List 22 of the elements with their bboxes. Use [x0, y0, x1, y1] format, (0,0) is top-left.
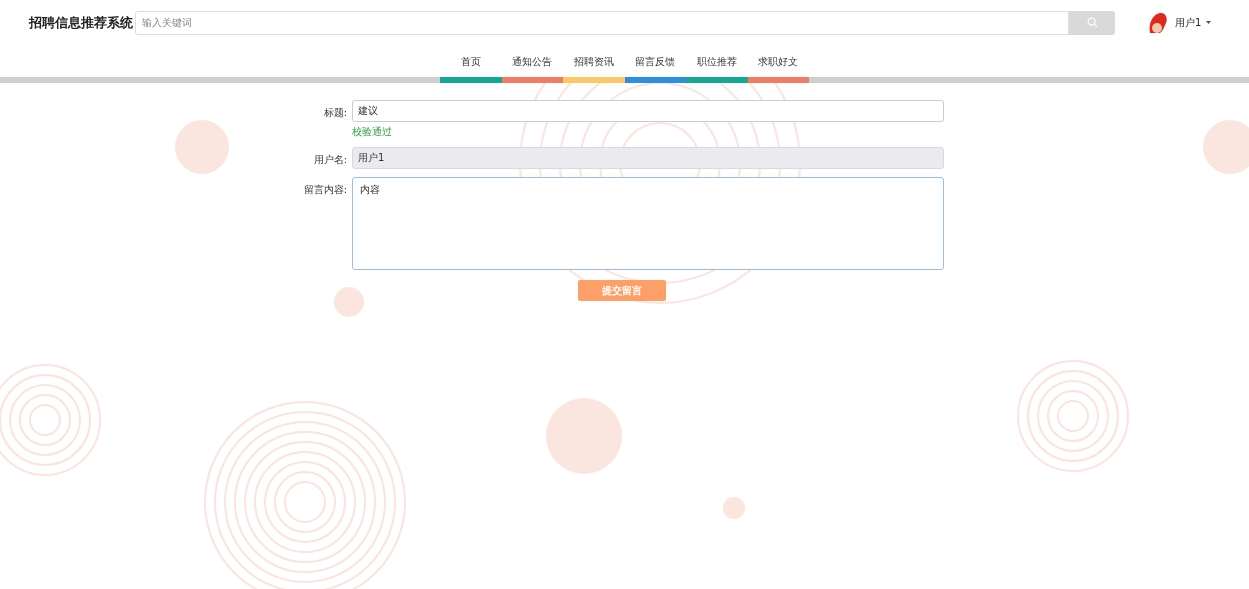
- caret-icon: [1206, 21, 1212, 24]
- search-field[interactable]: 输入关键词: [135, 10, 1069, 35]
- avatar-icon: [1147, 10, 1169, 35]
- field-label: 标题:: [323, 106, 347, 120]
- decorative-circle: [175, 120, 229, 174]
- decorative-circle: [334, 287, 364, 317]
- user-menu[interactable]: 用户1: [1175, 15, 1212, 30]
- content-textarea[interactable]: 内容: [352, 177, 944, 270]
- nav-link[interactable]: 职位推荐: [686, 47, 748, 77]
- site-logo: 招聘信息推荐系统: [29, 13, 134, 32]
- nav-link[interactable]: 招聘资讯: [563, 47, 625, 77]
- nav-link[interactable]: 首页: [440, 47, 502, 77]
- text-input[interactable]: 建议: [352, 100, 944, 122]
- field-label: 留言内容:: [303, 183, 347, 197]
- field-label: 用户名:: [313, 153, 347, 167]
- search-icon: [1086, 17, 1098, 28]
- nav-link[interactable]: 通知公告: [501, 47, 563, 77]
- nav-link[interactable]: 留言反馈: [624, 47, 686, 77]
- validation-message: 校验通过: [352, 125, 393, 139]
- decorative-circle: [723, 497, 745, 519]
- search-button[interactable]: [1069, 10, 1115, 35]
- nav-link[interactable]: 求职好文: [747, 47, 809, 77]
